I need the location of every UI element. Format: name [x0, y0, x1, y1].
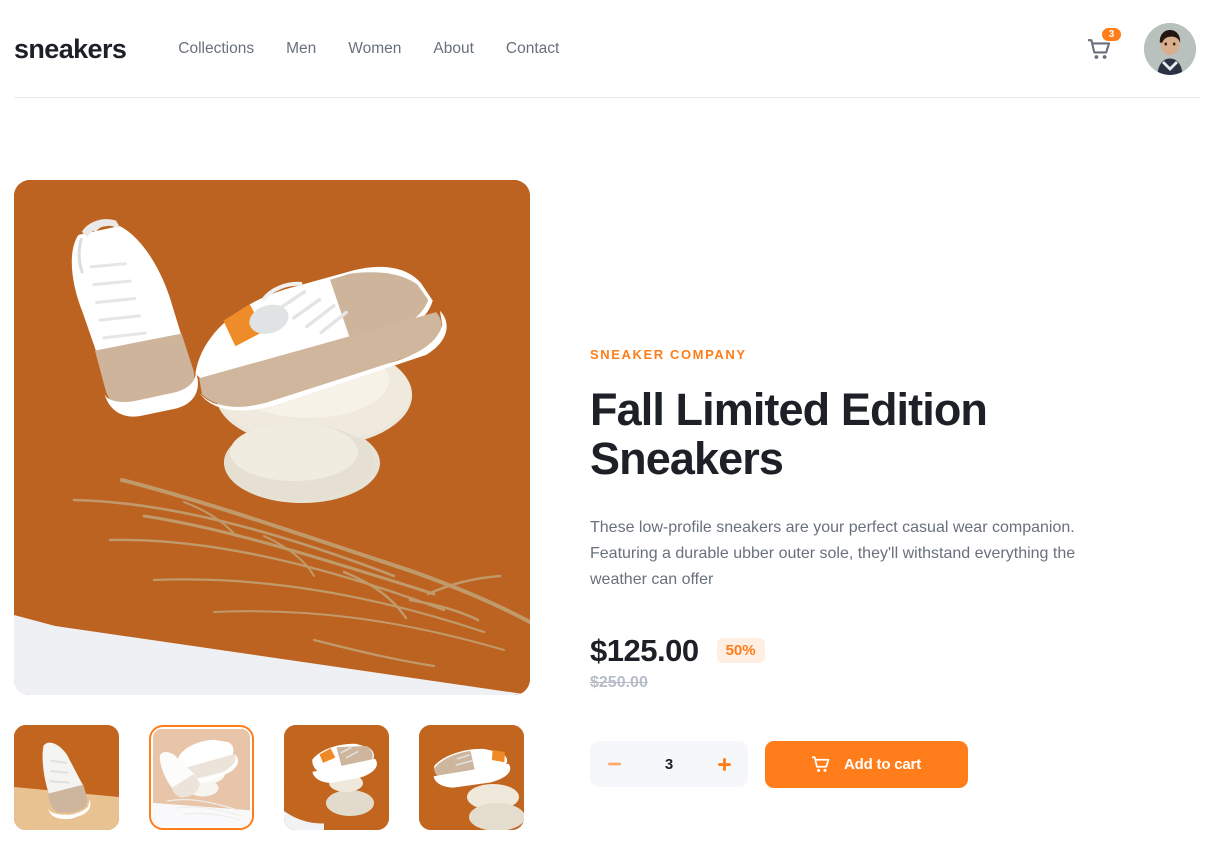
quantity-value: 3 [664, 755, 674, 773]
hero-image[interactable] [14, 180, 530, 695]
nav-item-about[interactable]: About [433, 41, 474, 57]
price-row: $125.00 50% [590, 635, 1130, 666]
thumbnail-4[interactable] [419, 725, 524, 830]
thumbnail-4-image [419, 725, 524, 830]
minus-icon [607, 762, 621, 766]
product-info: Sneaker Company Fall Limited Edition Sne… [590, 180, 1130, 830]
user-avatar-image [1144, 23, 1196, 75]
discount-badge: 50% [716, 637, 765, 663]
add-to-cart-label: Add to cart [844, 755, 921, 773]
cart-icon [1087, 38, 1110, 59]
quantity-stepper: 3 [590, 741, 748, 788]
thumbnail-list [14, 725, 530, 830]
product-gallery [14, 180, 530, 830]
product-brand: Sneaker Company [590, 347, 747, 362]
thumbnail-3-image [284, 725, 389, 830]
add-to-cart-button[interactable]: Add to cart [765, 740, 968, 788]
product-description: These low-profile sneakers are your perf… [590, 519, 1076, 588]
decrease-quantity-button[interactable] [607, 754, 621, 774]
product-page: Sneaker Company Fall Limited Edition Sne… [0, 98, 1214, 830]
cart-icon [812, 756, 830, 772]
plus-icon [717, 757, 731, 771]
nav-item-men[interactable]: Men [286, 41, 316, 57]
cart-button[interactable]: 3 [1086, 28, 1121, 62]
increase-quantity-button[interactable] [717, 754, 731, 774]
thumbnail-2-selected-overlay [153, 729, 250, 826]
thumbnail-1[interactable] [14, 725, 119, 830]
nav-item-women[interactable]: Women [348, 41, 401, 57]
logo[interactable]: sneakers [14, 35, 127, 63]
avatar[interactable] [1144, 23, 1196, 75]
thumbnail-2[interactable] [149, 725, 254, 830]
thumbnail-1-image [14, 725, 119, 830]
nav-item-collections[interactable]: Collections [178, 41, 254, 57]
purchase-actions: 3 Add to cart [590, 740, 1130, 788]
main-nav: Collections Men Women About Contact [178, 41, 559, 57]
price-original: $250.00 [590, 673, 648, 691]
nav-item-contact[interactable]: Contact [506, 41, 559, 57]
header-actions: 3 [1086, 23, 1200, 75]
thumbnail-3[interactable] [284, 725, 389, 830]
hero-image-graphic [14, 180, 530, 695]
cart-badge: 3 [1102, 28, 1121, 41]
product-title: Fall Limited Edition Sneakers [590, 384, 988, 485]
price-current: $125.00 [590, 632, 699, 668]
thumbnail-2-inner [153, 729, 250, 826]
site-header: sneakers Collections Men Women About Con… [0, 0, 1214, 98]
header-divider [14, 97, 1200, 98]
